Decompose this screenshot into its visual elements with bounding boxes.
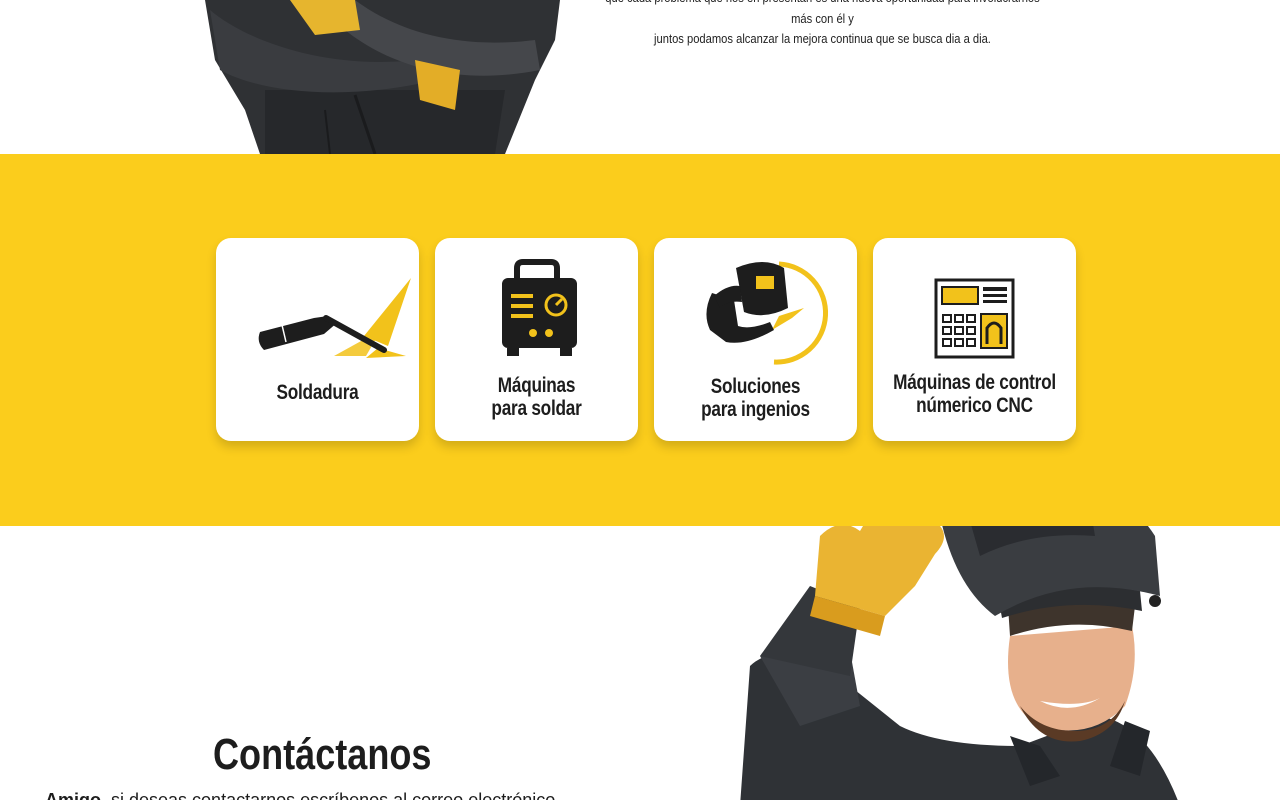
cnc-control-panel-icon <box>934 278 1015 359</box>
service-label-cnc: Máquinas de control númerico CNC <box>893 371 1056 417</box>
service-card-maquinas-soldar[interactable]: Máquinas para soldar <box>435 238 638 441</box>
service-label-soluciones-ingenios: Soluciones para ingenios <box>701 375 810 421</box>
services-band: Soldadura Máquinas para soldar Solucione… <box>0 154 1280 526</box>
service-card-soldadura[interactable]: Soldadura <box>216 238 419 441</box>
contact-paragraph: Amigo, si deseas contactarnos escríbenos… <box>45 788 610 800</box>
welding-machine-icon <box>502 259 577 356</box>
contact-lead-bold: Amigo, <box>45 790 106 800</box>
about-section: que cada problema que nos en presentan e… <box>0 0 1280 154</box>
contact-section: Contáctanos Amigo, si deseas contactarno… <box>0 526 1280 800</box>
service-label-soldadura: Soldadura <box>276 381 359 404</box>
welder-with-helmet-image <box>740 526 1178 800</box>
contact-title: Contáctanos <box>213 730 432 779</box>
welder-helmet-icon <box>706 261 829 365</box>
worker-crossed-arms-image <box>205 0 560 154</box>
welding-torch-icon <box>258 278 411 358</box>
service-card-cnc[interactable]: Máquinas de control númerico CNC <box>873 238 1076 441</box>
service-label-maquinas-soldar: Máquinas para soldar <box>491 374 582 420</box>
about-paragraph: que cada problema que nos en presentan e… <box>597 0 1049 50</box>
about-line-1: que cada problema que nos en presentan e… <box>605 0 1039 26</box>
service-card-soluciones-ingenios[interactable]: Soluciones para ingenios <box>654 238 857 441</box>
about-line-2: juntos podamos alcanzar la mejora contin… <box>654 31 991 46</box>
contact-lead-text: si deseas contactarnos escríbenos al cor… <box>106 790 556 800</box>
